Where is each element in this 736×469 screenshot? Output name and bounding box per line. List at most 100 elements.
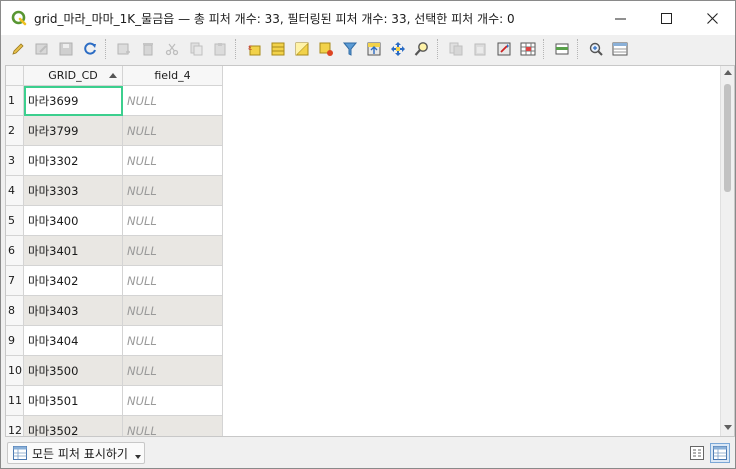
row-number[interactable]: 5 <box>6 206 24 236</box>
close-button[interactable] <box>689 1 735 35</box>
reload-button[interactable] <box>79 38 101 60</box>
column-header-field-4[interactable]: field_4 <box>123 66 223 86</box>
row-number[interactable]: 4 <box>6 176 24 206</box>
toolbar-separator <box>235 39 241 59</box>
row-number[interactable]: 1 <box>6 86 24 116</box>
actions-button[interactable] <box>585 38 607 60</box>
cut-button[interactable] <box>161 38 183 60</box>
column-header-grid-cd[interactable]: GRID_CD <box>24 66 123 86</box>
minimize-button[interactable] <box>597 1 643 35</box>
row-number[interactable]: 9 <box>6 326 24 356</box>
dock-icon <box>555 43 569 55</box>
add-feature-button[interactable] <box>113 38 135 60</box>
grid-cd-cell[interactable]: 마마3303 <box>24 176 123 206</box>
add-feature-icon <box>117 43 130 55</box>
select-all-button[interactable] <box>267 38 289 60</box>
table-row: 10 마마3500 NULL <box>6 356 223 386</box>
row-number[interactable]: 8 <box>6 296 24 326</box>
copy-rows-button[interactable] <box>445 38 467 60</box>
row-number[interactable]: 10 <box>6 356 24 386</box>
toolbar-separator <box>577 39 583 59</box>
table-row: 7 마마3402 NULL <box>6 266 223 296</box>
field-4-cell[interactable]: NULL <box>123 386 223 416</box>
toggle-editing-button[interactable] <box>7 38 29 60</box>
select-by-expression-button[interactable]: ε <box>243 38 265 60</box>
feature-filter-label: 모든 피처 표시하기 <box>32 446 128 461</box>
deselect-all-button[interactable] <box>315 38 337 60</box>
row-number[interactable]: 2 <box>6 116 24 146</box>
grid-cd-cell[interactable]: 마라3699 <box>24 86 123 116</box>
move-selection-top-button[interactable] <box>363 38 385 60</box>
conditional-formatting-button[interactable] <box>517 38 539 60</box>
row-number[interactable]: 3 <box>6 146 24 176</box>
move-selection-top-icon <box>367 42 381 56</box>
row-number[interactable]: 6 <box>6 236 24 266</box>
grid-cd-cell[interactable]: 마마3500 <box>24 356 123 386</box>
field-4-cell[interactable]: NULL <box>123 176 223 206</box>
sort-ascending-icon <box>109 73 117 78</box>
copy-icon <box>190 42 203 56</box>
column-header-label: field_4 <box>154 69 191 82</box>
conditional-formatting-icon <box>520 42 536 56</box>
grid-cd-cell[interactable]: 마마3404 <box>24 326 123 356</box>
zoom-to-selection-button[interactable] <box>411 38 433 60</box>
vertical-scrollbar[interactable] <box>720 66 734 436</box>
table-body: 1 마라3699 NULL 2 마라3799 NULL 3 마마3302 NUL… <box>6 86 223 436</box>
grid-cd-cell[interactable]: 마마3400 <box>24 206 123 236</box>
attribute-table-window: grid_마라_마마_1K_물금읍 — 총 피처 개수: 33, 필터링된 피처… <box>0 0 736 469</box>
field-4-cell[interactable]: NULL <box>123 206 223 236</box>
scroll-down-icon[interactable] <box>724 425 732 430</box>
row-number[interactable]: 7 <box>6 266 24 296</box>
table-view-button[interactable] <box>710 443 730 463</box>
row-number[interactable]: 11 <box>6 386 24 416</box>
pan-to-selection-icon <box>391 42 405 56</box>
paste-button[interactable] <box>209 38 231 60</box>
copy-button[interactable] <box>185 38 207 60</box>
field-4-cell[interactable]: NULL <box>123 266 223 296</box>
field-4-cell[interactable]: NULL <box>123 116 223 146</box>
window-title: grid_마라_마마_1K_물금읍 — 총 피처 개수: 33, 필터링된 피처… <box>34 11 515 26</box>
grid-cd-cell[interactable]: 마마3403 <box>24 296 123 326</box>
pan-to-selection-button[interactable] <box>387 38 409 60</box>
multi-edit-icon <box>35 43 48 55</box>
grid-cd-cell[interactable]: 마마3501 <box>24 386 123 416</box>
form-view-icon <box>690 446 704 460</box>
multi-edit-button[interactable] <box>31 38 53 60</box>
table-corner[interactable] <box>6 66 24 86</box>
invert-selection-button[interactable] <box>291 38 313 60</box>
toolbar-separator <box>437 39 443 59</box>
field-4-cell[interactable]: NULL <box>123 416 223 436</box>
table-row: 6 마마3401 NULL <box>6 236 223 266</box>
delete-feature-icon <box>143 43 153 56</box>
dock-button[interactable] <box>551 38 573 60</box>
filter-select-button[interactable] <box>339 38 361 60</box>
table-view-icon <box>713 446 727 460</box>
table-row: 11 마마3501 NULL <box>6 386 223 416</box>
scrollbar-thumb[interactable] <box>724 84 731 192</box>
select-by-expression-icon: ε <box>248 43 261 56</box>
scroll-up-icon[interactable] <box>724 70 732 75</box>
save-edits-button[interactable] <box>55 38 77 60</box>
save-edits-icon <box>59 42 73 56</box>
grid-cd-cell[interactable]: 마마3302 <box>24 146 123 176</box>
grid-cd-cell[interactable]: 마라3799 <box>24 116 123 146</box>
field-4-cell[interactable]: NULL <box>123 296 223 326</box>
field-4-cell[interactable]: NULL <box>123 356 223 386</box>
maximize-button[interactable] <box>643 1 689 35</box>
form-view-button[interactable] <box>687 443 707 463</box>
field-4-cell[interactable]: NULL <box>123 146 223 176</box>
grid-cd-cell[interactable]: 마마3402 <box>24 266 123 296</box>
delete-feature-button[interactable] <box>137 38 159 60</box>
field-4-cell[interactable]: NULL <box>123 326 223 356</box>
paste-rows-button[interactable] <box>469 38 491 60</box>
field-4-cell[interactable]: NULL <box>123 86 223 116</box>
field-calculator-button[interactable] <box>493 38 515 60</box>
feature-filter-button[interactable]: 모든 피처 표시하기 <box>7 442 145 464</box>
row-number[interactable]: 12 <box>6 416 24 436</box>
table-row: 2 마라3799 NULL <box>6 116 223 146</box>
grid-cd-cell[interactable]: 마마3401 <box>24 236 123 266</box>
dock-attribute-table-button[interactable] <box>609 38 631 60</box>
cut-icon <box>165 43 179 56</box>
field-4-cell[interactable]: NULL <box>123 236 223 266</box>
grid-cd-cell[interactable]: 마마3502 <box>24 416 123 436</box>
